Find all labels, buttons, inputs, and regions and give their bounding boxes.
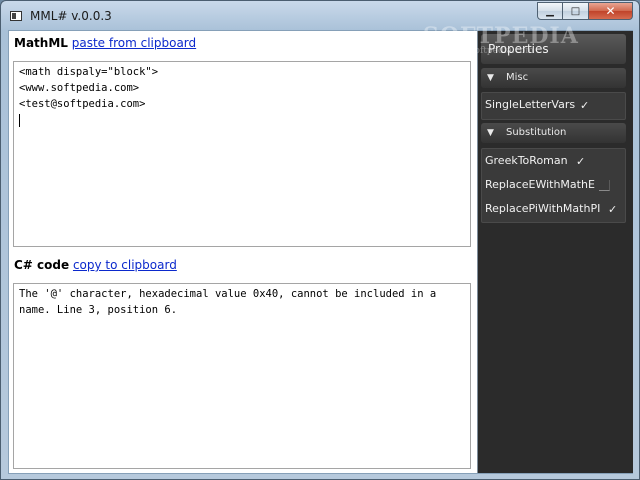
unchecked-checkbox[interactable]: [599, 180, 610, 191]
expanded-icon: ▼: [487, 128, 494, 138]
app-window: MML# v.0.0.3 ▁ □ ✕ MathML paste from cli…: [0, 0, 640, 480]
copy-to-clipboard-link[interactable]: copy to clipboard: [73, 258, 177, 272]
csharp-header: C# code copy to clipboard: [14, 258, 177, 272]
close-icon: ✕: [605, 4, 616, 18]
expanded-icon: ▼: [487, 73, 494, 83]
category-misc[interactable]: ▼ Misc: [481, 68, 626, 88]
misc-properties: SingleLetterVars ✓: [481, 92, 626, 120]
paste-from-clipboard-link[interactable]: paste from clipboard: [72, 36, 196, 50]
csharp-output[interactable]: The '@' character, hexadecimal value 0x4…: [13, 283, 471, 469]
check-icon[interactable]: ✓: [580, 100, 591, 111]
csharp-label: C# code: [14, 258, 70, 272]
csharp-text: The '@' character, hexadecimal value 0x4…: [19, 288, 443, 316]
check-icon[interactable]: ✓: [608, 204, 619, 215]
mathml-text: <math dispaly="block"> <www.softpedia.co…: [19, 66, 159, 110]
properties-panel: Properties ▼ Misc SingleLetterVars ✓ ▼ S…: [477, 31, 633, 473]
window-title: MML# v.0.0.3: [30, 9, 112, 23]
category-label: Substitution: [506, 127, 567, 138]
close-button[interactable]: ✕: [589, 2, 633, 20]
property-row-singlelettervars: SingleLetterVars ✓: [482, 93, 625, 117]
mathml-header: MathML paste from clipboard: [14, 36, 196, 50]
property-label: ReplacePiWithMathPI: [485, 202, 601, 215]
property-row-replacepiwithmathpi: ReplacePiWithMathPI ✓: [482, 197, 625, 221]
mathml-input[interactable]: <math dispaly="block"> <www.softpedia.co…: [13, 61, 471, 247]
property-label: SingleLetterVars: [485, 98, 576, 111]
app-icon[interactable]: [10, 11, 22, 21]
maximize-button[interactable]: □: [563, 2, 589, 20]
property-label: ReplaceEWithMathE: [485, 178, 595, 191]
category-substitution[interactable]: ▼ Substitution: [481, 123, 626, 143]
window-controls: ▁ □ ✕: [537, 2, 633, 20]
text-caret: [19, 113, 20, 127]
check-icon[interactable]: ✓: [576, 156, 587, 167]
substitution-properties: GreekToRoman ✓ ReplaceEWithMathE Replace…: [481, 148, 626, 223]
mathml-label: MathML: [14, 36, 68, 50]
property-row-greektoroman: GreekToRoman ✓: [482, 149, 625, 173]
minimize-button[interactable]: ▁: [537, 2, 563, 20]
softpedia-watermark: SOFTPEDIA www.softpedia.com: [423, 23, 579, 56]
property-label: GreekToRoman: [485, 154, 568, 167]
maximize-icon: □: [570, 5, 581, 17]
minimize-icon: ▁: [546, 5, 554, 17]
client-area: MathML paste from clipboard <math dispal…: [8, 30, 633, 474]
property-row-replaceewithmathe: ReplaceEWithMathE: [482, 173, 625, 197]
category-label: Misc: [506, 72, 529, 83]
